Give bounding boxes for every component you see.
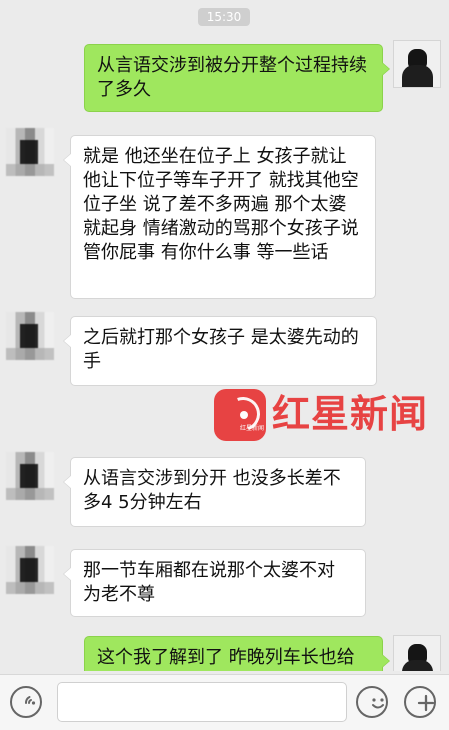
contact-avatar[interactable] (6, 452, 54, 500)
chat-message-row: 之后就打那个女孩子 是太婆先动的手 (0, 312, 449, 388)
logo-small-text: 红星新闻 (240, 425, 265, 432)
voice-icon (18, 689, 36, 715)
message-text: 之后就打那个女孩子 是太婆先动的手 (83, 327, 359, 372)
message-composer (0, 674, 449, 730)
logo-dot (240, 411, 248, 419)
plus-icon (412, 689, 435, 715)
message-text: 就是 他还坐在位子上 女孩子就让他让下位子等车子开了 就找其他空位子坐 说了差不… (83, 146, 359, 263)
contact-avatar[interactable] (6, 312, 54, 360)
message-text: 从语言交涉到分开 也没多长差不多4 5分钟左右 (83, 468, 341, 513)
plus-button[interactable] (404, 686, 436, 718)
incoming-message-bubble[interactable]: 之后就打那个女孩子 是太婆先动的手 (63, 316, 377, 386)
incoming-message-bubble[interactable]: 那一节车厢都在说那个太婆不对 为老不尊 (63, 549, 366, 617)
chat-screen: 15:30 从言语交涉到被分开整个过程持续了多久 就是 他还坐在位子上 女孩子就… (0, 0, 449, 730)
watermark-brand-text: 红星新闻 (272, 392, 429, 436)
incoming-message-bubble[interactable]: 就是 他还坐在位子上 女孩子就让他让下位子等车子开了 就找其他空位子坐 说了差不… (63, 135, 376, 299)
red-star-logo-icon: 红星新闻 (214, 389, 266, 441)
chat-message-row: 就是 他还坐在位子上 女孩子就让他让下位子等车子开了 就找其他空位子坐 说了差不… (0, 128, 449, 299)
chat-message-row: 从言语交涉到被分开整个过程持续了多久 (0, 40, 449, 116)
message-time: 15:30 (198, 8, 250, 26)
message-text: 从言语交涉到被分开整个过程持续了多久 (97, 55, 367, 100)
outgoing-message-bubble[interactable]: 这个我了解到了 昨晚列车长也给 (84, 636, 390, 671)
chat-message-row: 从语言交涉到分开 也没多长差不多4 5分钟左右 (0, 452, 449, 530)
message-input[interactable] (57, 682, 347, 722)
self-avatar[interactable] (393, 40, 441, 88)
avatar-body (402, 65, 433, 87)
chat-message-row: 这个我了解到了 昨晚列车长也给 (0, 631, 449, 671)
message-text: 这个我了解到了 昨晚列车长也给 (97, 647, 355, 668)
red-star-news-watermark: 红星新闻 红星新闻 (214, 381, 432, 447)
message-text: 那一节车厢都在说那个太婆不对 为老不尊 (83, 560, 335, 605)
voice-button[interactable] (10, 686, 42, 718)
chat-message-row: 那一节车厢都在说那个太婆不对 为老不尊 (0, 546, 449, 626)
contact-avatar[interactable] (6, 128, 54, 176)
emoji-button[interactable] (356, 686, 388, 718)
contact-avatar[interactable] (6, 546, 54, 594)
incoming-message-bubble[interactable]: 从语言交涉到分开 也没多长差不多4 5分钟左右 (63, 457, 366, 527)
outgoing-message-bubble[interactable]: 从言语交涉到被分开整个过程持续了多久 (84, 44, 390, 112)
avatar-body (402, 660, 433, 671)
self-avatar[interactable] (393, 635, 441, 671)
emoji-icon (364, 689, 384, 715)
